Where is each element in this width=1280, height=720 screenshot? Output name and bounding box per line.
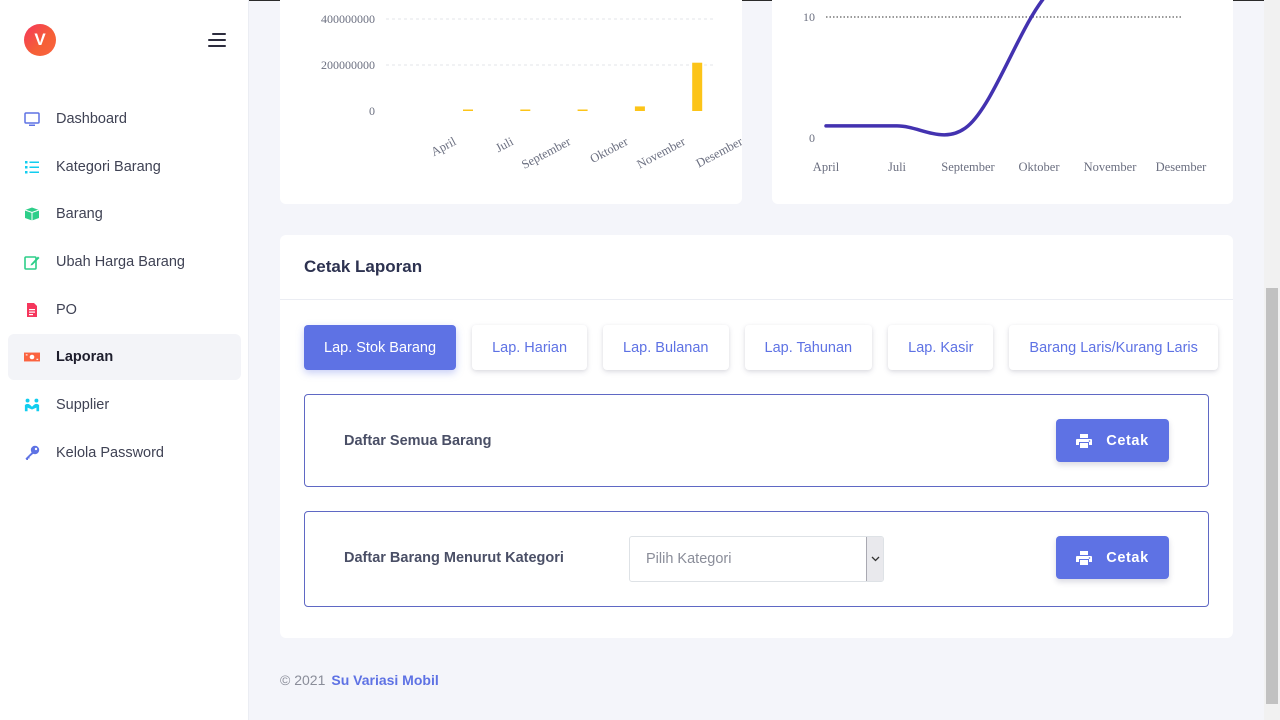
- print-by-category-button[interactable]: Cetak: [1056, 536, 1169, 579]
- bar: [520, 109, 531, 111]
- sidebar-item-label: Kategori Barang: [56, 158, 161, 175]
- bar: [692, 62, 703, 111]
- sidebar-item-label: Kelola Password: [56, 444, 164, 461]
- x-tick-label: Desember: [1156, 160, 1208, 174]
- sidebar-item-kategori-barang[interactable]: Kategori Barang: [8, 144, 241, 190]
- sidebar: V Dashboard Kategori Barang Barang Ubah …: [0, 0, 249, 720]
- sidebar-item-label: Barang: [56, 206, 103, 223]
- chevron-down-icon[interactable]: [866, 537, 883, 581]
- sidebar-item-label: PO: [56, 301, 77, 318]
- sidebar-item-po[interactable]: PO: [8, 287, 241, 333]
- category-report-box: Daftar Barang Menurut Kategori Pilih Kat…: [304, 511, 1209, 607]
- x-tick-label: April: [429, 134, 459, 159]
- printer-icon: [1076, 433, 1093, 448]
- sidebar-item-label: Supplier: [56, 397, 110, 414]
- tab-barang-laris[interactable]: Barang Laris/Kurang Laris: [1009, 325, 1218, 370]
- y-tick-label: 10: [803, 10, 815, 24]
- report-header: Cetak Laporan: [280, 235, 1233, 300]
- box-icon: [24, 206, 40, 222]
- report-card: Cetak Laporan Lap. Stok Barang Lap. Hari…: [280, 235, 1233, 638]
- transaction-line-chart-card: 0 10 April Juli September Oktober November Dese…: [772, 0, 1233, 204]
- x-tick-label: November: [634, 134, 688, 172]
- bar: [634, 106, 645, 111]
- sidebar-item-label: Dashboard: [56, 111, 127, 127]
- by-category-label: Daftar Barang Menurut Kategori: [344, 550, 564, 566]
- all-items-report-box: Daftar Semua Barang Cetak: [304, 394, 1209, 487]
- printer-icon: [1076, 550, 1093, 565]
- y-tick-label: 0: [369, 104, 375, 118]
- sidebar-item-dashboard[interactable]: Dashboard: [8, 96, 241, 142]
- print-label: Cetak: [1106, 549, 1149, 566]
- footer: © 2021 Su Variasi Mobil: [280, 672, 439, 688]
- x-tick-label: Juli: [888, 160, 907, 174]
- sidebar-item-ubah-harga-barang[interactable]: Ubah Harga Barang: [8, 239, 241, 285]
- sidebar-item-label: Laporan: [56, 349, 114, 366]
- x-tick-label: April: [813, 160, 840, 174]
- menu-toggle-icon[interactable]: [206, 32, 226, 48]
- sidebar-item-laporan[interactable]: Laporan: [8, 334, 241, 381]
- print-all-items-button[interactable]: Cetak: [1056, 419, 1169, 462]
- category-select[interactable]: Pilih Kategori: [629, 536, 884, 582]
- scrollbar-thumb[interactable]: [1266, 288, 1278, 704]
- tab-lap-tahunan[interactable]: Lap. Tahunan: [744, 325, 873, 370]
- tab-lap-harian[interactable]: Lap. Harian: [472, 325, 588, 370]
- y-tick-label: 0: [809, 131, 815, 145]
- x-tick-label: Juli: [493, 134, 516, 155]
- list-icon: [24, 159, 40, 175]
- edit-icon: [24, 254, 40, 270]
- x-tick-label: September: [941, 160, 995, 174]
- sidebar-item-barang[interactable]: Barang: [8, 191, 241, 237]
- tab-lap-bulanan[interactable]: Lap. Bulanan: [603, 325, 729, 370]
- report-title: Cetak Laporan: [304, 257, 423, 276]
- series-line: [824, 0, 1045, 137]
- money-icon: [24, 349, 40, 365]
- sales-bar-chart-card: 0 200000000 400000000 April Juli September Okt…: [280, 0, 760, 204]
- category-select-placeholder: Pilih Kategori: [646, 551, 732, 567]
- sidebar-item-kelola-password[interactable]: Kelola Password: [8, 430, 241, 476]
- tab-lap-stok-barang[interactable]: Lap. Stok Barang: [304, 325, 457, 370]
- x-tick-label: November: [1084, 160, 1138, 174]
- app-logo[interactable]: V: [24, 24, 56, 56]
- tab-lap-kasir[interactable]: Lap. Kasir: [888, 325, 994, 370]
- bar: [463, 109, 473, 111]
- report-tabs: Lap. Stok Barang Lap. Harian Lap. Bulana…: [304, 325, 1218, 370]
- monitor-icon: [24, 111, 40, 127]
- all-items-label: Daftar Semua Barang: [344, 433, 492, 449]
- sidebar-item-supplier[interactable]: Supplier: [8, 382, 241, 428]
- people-icon: [24, 397, 40, 413]
- x-tick-label: Oktober: [1019, 160, 1061, 174]
- document-icon: [24, 302, 40, 318]
- x-tick-label: Desember: [694, 134, 742, 171]
- y-tick-label: 400000000: [321, 12, 375, 26]
- sidebar-item-label: Ubah Harga Barang: [56, 254, 185, 271]
- x-tick-label: Oktober: [588, 134, 631, 166]
- footer-copyright: © 2021: [280, 672, 326, 688]
- page-scrollbar[interactable]: [1264, 0, 1280, 720]
- bar-chart: 0 200000000 400000000 April Juli September Okt…: [321, 0, 760, 172]
- x-tick-label: September: [519, 134, 574, 172]
- sidebar-nav: Dashboard Kategori Barang Barang Ubah Ha…: [8, 96, 241, 478]
- key-icon: [24, 445, 40, 461]
- bar: [577, 109, 588, 111]
- y-tick-label: 200000000: [321, 58, 375, 72]
- footer-brand-link[interactable]: Su Variasi Mobil: [331, 672, 438, 688]
- print-label: Cetak: [1106, 432, 1149, 449]
- line-chart: 0 10 April Juli September Oktober November Dese…: [803, 0, 1208, 174]
